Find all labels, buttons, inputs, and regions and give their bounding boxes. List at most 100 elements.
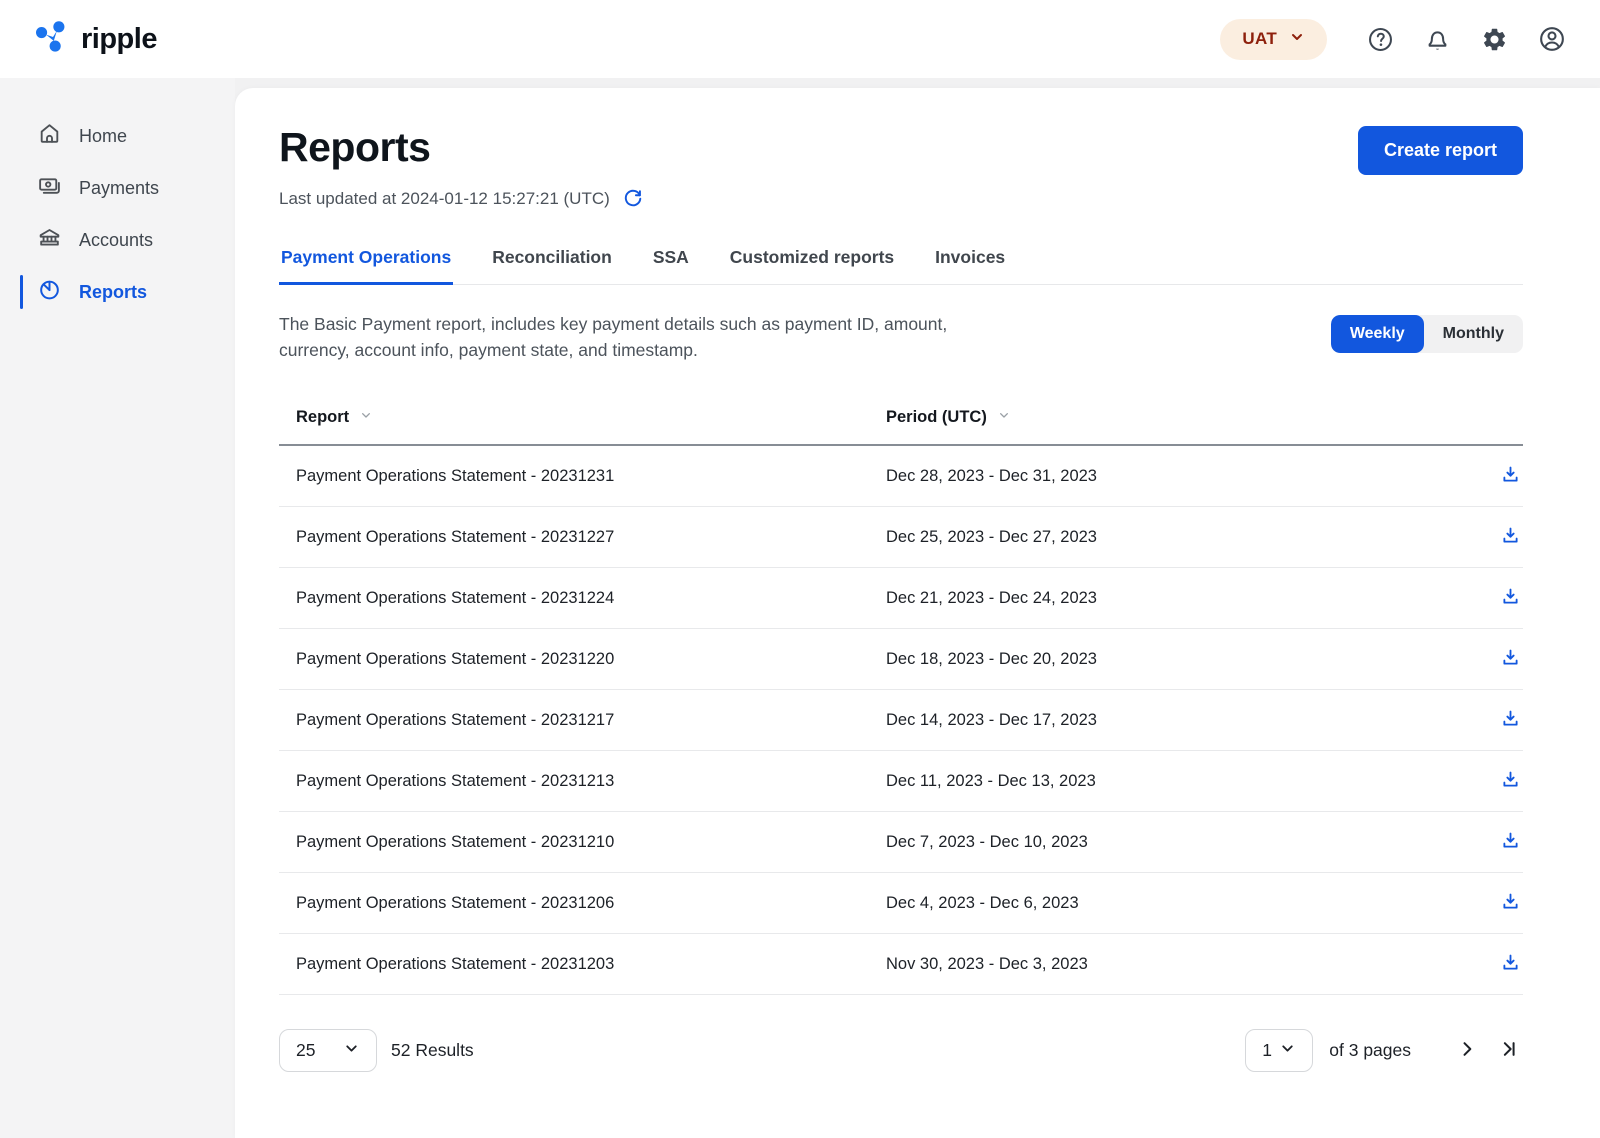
bell-icon [1424,26,1451,53]
sidebar-item-reports[interactable]: Reports [0,266,235,318]
report-table-body: Payment Operations Statement - 20231231 … [279,446,1523,995]
download-icon [1500,525,1521,549]
refresh-button[interactable] [622,187,643,211]
last-updated-text: Last updated at 2024-01-12 15:27:21 (UTC… [279,189,610,209]
column-header-period[interactable]: Period (UTC) [886,407,1012,428]
reports-icon [37,277,62,307]
download-icon [1500,830,1521,854]
monthly-toggle-button[interactable]: Monthly [1424,315,1523,353]
download-button[interactable] [1498,828,1523,856]
download-button[interactable] [1498,889,1523,917]
page-title: Reports [279,124,643,171]
last-page-button[interactable] [1495,1035,1523,1066]
sidebar-item-label: Payments [79,179,159,197]
report-name: Payment Operations Statement - 20231227 [296,528,886,547]
create-report-button[interactable]: Create report [1358,126,1523,175]
sidebar-item-label: Accounts [79,231,153,249]
brand-name: ripple [81,23,157,56]
sidebar-item-payments[interactable]: Payments [0,162,235,214]
refresh-icon [622,187,643,211]
page-number-select[interactable]: 1 [1245,1029,1313,1072]
table-row: Payment Operations Statement - 20231227 … [279,507,1523,568]
weekly-toggle-button[interactable]: Weekly [1331,315,1424,353]
report-period: Dec 7, 2023 - Dec 10, 2023 [886,833,1483,852]
tab-reconciliation[interactable]: Reconciliation [490,241,614,285]
download-button[interactable] [1498,767,1523,795]
report-name: Payment Operations Statement - 20231213 [296,772,886,791]
sort-chevron-icon [358,407,374,428]
download-icon [1500,464,1521,488]
table-row: Payment Operations Statement - 20231203 … [279,934,1523,995]
table-row: Payment Operations Statement - 20231206 … [279,873,1523,934]
sidebar-item-accounts[interactable]: Accounts [0,214,235,266]
table-row: Payment Operations Statement - 20231231 … [279,446,1523,507]
download-button[interactable] [1498,645,1523,673]
report-period: Dec 21, 2023 - Dec 24, 2023 [886,589,1483,608]
ripple-logo-icon [34,20,72,59]
report-name: Payment Operations Statement - 20231220 [296,650,886,669]
last-page-icon [1499,1039,1519,1062]
download-icon [1500,952,1521,976]
topbar: ripple UAT [0,0,1600,78]
chevron-down-icon [1289,29,1305,50]
environment-dropdown[interactable]: UAT [1220,19,1327,60]
home-icon [37,121,62,151]
settings-button[interactable] [1481,26,1508,53]
notifications-button[interactable] [1424,26,1451,53]
download-button[interactable] [1498,584,1523,612]
column-label: Period (UTC) [886,408,987,427]
report-period: Dec 11, 2023 - Dec 13, 2023 [886,772,1483,791]
report-name: Payment Operations Statement - 20231217 [296,711,886,730]
reports-table: Report Period (UTC) Payment Operations S… [279,407,1523,995]
table-row: Payment Operations Statement - 20231220 … [279,629,1523,690]
download-icon [1500,891,1521,915]
column-header-report[interactable]: Report [296,407,886,428]
column-label: Report [296,408,349,427]
table-row: Payment Operations Statement - 20231213 … [279,751,1523,812]
page-size-select[interactable]: 25 [279,1029,377,1072]
payments-icon [37,173,62,203]
current-page-value: 1 [1262,1040,1272,1061]
report-name: Payment Operations Statement - 20231210 [296,833,886,852]
download-icon [1500,708,1521,732]
page-size-value: 25 [296,1040,315,1061]
chevron-down-icon [1279,1040,1296,1062]
tab-invoices[interactable]: Invoices [933,241,1007,285]
download-icon [1500,586,1521,610]
report-period: Dec 14, 2023 - Dec 17, 2023 [886,711,1483,730]
accounts-icon [37,225,62,255]
report-name: Payment Operations Statement - 20231224 [296,589,886,608]
next-page-button[interactable] [1453,1035,1481,1066]
table-row: Payment Operations Statement - 20231210 … [279,812,1523,873]
table-header: Report Period (UTC) [279,407,1523,446]
period-toggle: Weekly Monthly [1331,315,1523,353]
table-row: Payment Operations Statement - 20231217 … [279,690,1523,751]
results-count: 52 Results [391,1040,474,1061]
account-button[interactable] [1538,25,1566,53]
chevron-down-icon [343,1040,360,1062]
download-button[interactable] [1498,950,1523,978]
report-period: Dec 28, 2023 - Dec 31, 2023 [886,467,1483,486]
report-period: Dec 18, 2023 - Dec 20, 2023 [886,650,1483,669]
download-button[interactable] [1498,706,1523,734]
report-period: Dec 4, 2023 - Dec 6, 2023 [886,894,1483,913]
sidebar-item-home[interactable]: Home [0,110,235,162]
report-tabs: Payment Operations Reconciliation SSA Cu… [279,241,1523,285]
report-name: Payment Operations Statement - 20231203 [296,955,886,974]
chevron-right-icon [1457,1039,1477,1062]
help-icon [1367,26,1394,53]
pagination: 25 52 Results 1 of 3 pages [279,1029,1523,1072]
download-button[interactable] [1498,462,1523,490]
report-period: Dec 25, 2023 - Dec 27, 2023 [886,528,1483,547]
help-button[interactable] [1367,26,1394,53]
report-period: Nov 30, 2023 - Dec 3, 2023 [886,955,1483,974]
account-icon [1538,25,1566,53]
main-content: Reports Last updated at 2024-01-12 15:27… [235,88,1600,1138]
download-icon [1500,647,1521,671]
download-button[interactable] [1498,523,1523,551]
sidebar-item-label: Reports [79,283,147,301]
report-description: The Basic Payment report, includes key p… [279,311,979,363]
tab-ssa[interactable]: SSA [651,241,691,285]
tab-customized-reports[interactable]: Customized reports [728,241,896,285]
tab-payment-operations[interactable]: Payment Operations [279,241,453,285]
